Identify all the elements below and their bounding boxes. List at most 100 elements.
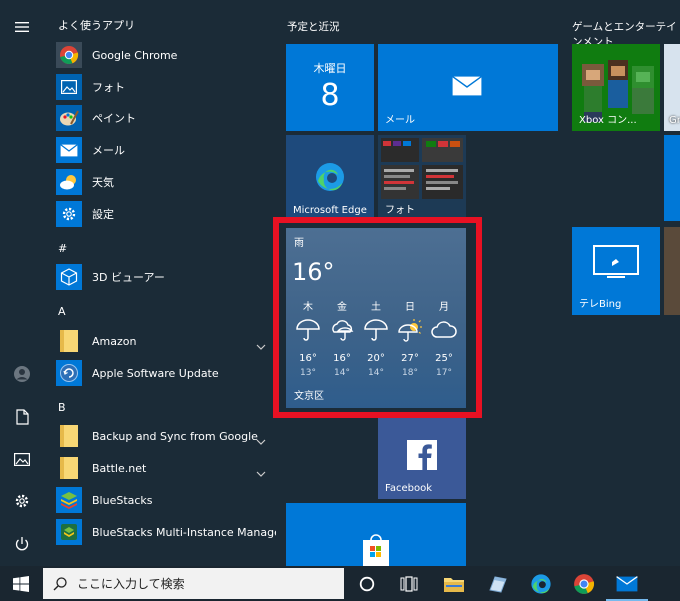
app-label: Google Chrome [92, 48, 178, 62]
section-frequent-apps: よく使うアプリ [58, 19, 135, 32]
app-3d-viewer[interactable]: 3D ビューアー [56, 262, 266, 292]
calendar-weekday: 木曜日 [313, 62, 347, 75]
hamburger-icon[interactable] [11, 16, 33, 38]
app-photos[interactable]: フォト [56, 72, 266, 102]
forecast-day: 土 [371, 302, 381, 313]
app-settings[interactable]: 設定 [56, 199, 266, 229]
settings-icon[interactable] [11, 490, 33, 512]
forecast-low: 17° [436, 368, 452, 378]
edge-icon [314, 161, 346, 197]
folder-icon [56, 423, 82, 449]
3d-viewer-icon [56, 264, 82, 290]
apple-update-icon [56, 360, 82, 386]
app-weather[interactable]: 天気 [56, 167, 266, 197]
tile-weather[interactable]: 雨 16° 木 金 土 日 月 16° 16° 20° 27° 25° 13° … [286, 228, 466, 408]
calendar-date: 8 [320, 78, 340, 113]
letter-header-b[interactable]: B [58, 401, 66, 414]
umbrella-icon [296, 319, 320, 341]
chevron-down-icon[interactable] [256, 462, 266, 481]
letter-header-hash[interactable]: # [58, 242, 67, 255]
app-icon[interactable] [480, 566, 516, 601]
app-paint[interactable]: ペイント [56, 103, 266, 133]
paint-icon [56, 105, 82, 131]
app-label: Backup and Sync from Google [92, 429, 258, 443]
file-explorer-icon[interactable] [436, 566, 472, 601]
document-icon[interactable] [11, 406, 33, 428]
weather-location: 文京区 [294, 391, 324, 402]
app-label: Battle.net [92, 461, 147, 475]
forecast-high: 20° [367, 353, 385, 364]
app-mail[interactable]: メール [56, 135, 266, 165]
cortana-icon[interactable] [349, 566, 385, 601]
chrome-icon[interactable] [566, 566, 602, 601]
chevron-down-icon[interactable] [256, 430, 266, 449]
settings-icon [56, 201, 82, 227]
tile-label: Microsoft Edge [293, 205, 367, 216]
forecast-low: 14° [334, 368, 350, 378]
app-label: フォト [92, 81, 125, 94]
taskbar: ここに入力して検索 [0, 566, 680, 601]
forecast-day: 月 [439, 302, 449, 313]
search-icon [53, 576, 67, 591]
search-placeholder: ここに入力して検索 [77, 577, 185, 591]
tile-partial-blue[interactable] [664, 135, 680, 221]
tile-label: Gr [669, 115, 680, 126]
app-label: BlueStacks Multi-Instance Manager [92, 525, 276, 539]
tile-tv-bing[interactable]: テレBing [572, 227, 660, 315]
app-label: 天気 [92, 176, 114, 189]
user-icon[interactable] [11, 363, 33, 385]
tile-label: Facebook [385, 483, 432, 494]
task-view-icon[interactable] [391, 566, 427, 601]
app-label: Amazon [92, 334, 137, 348]
store-icon [362, 533, 390, 566]
app-battle-net-folder[interactable]: Battle.net [56, 453, 266, 483]
app-apple-software-update[interactable]: Apple Software Update [56, 358, 266, 388]
forecast-high: 16° [333, 353, 351, 364]
tile-partial-photo[interactable] [664, 227, 680, 315]
cloud-rain-icon [332, 320, 354, 341]
tile-label: テレBing [579, 299, 622, 310]
tile-xbox-console[interactable]: Xbox コン... [572, 44, 660, 131]
app-bluestacks[interactable]: BlueStacks [56, 485, 266, 515]
app-bluestacks-multi-instance[interactable]: BlueStacks Multi-Instance Manager [56, 517, 276, 547]
weather-current-temp: 16° [292, 258, 335, 286]
start-rail [0, 0, 44, 566]
forecast-high: 27° [401, 353, 419, 364]
weather-icon [56, 169, 82, 195]
mail-icon[interactable] [609, 566, 645, 601]
facebook-icon [407, 440, 437, 474]
photos-icon [56, 74, 82, 100]
mail-icon [452, 76, 482, 100]
tile-facebook[interactable]: Facebook [378, 418, 466, 499]
app-list: よく使うアプリ Google Chrome フォト ペイント メール 天気 設定 [44, 0, 276, 566]
tile-photos[interactable]: フォト [378, 135, 466, 221]
app-label: 設定 [92, 208, 114, 221]
forecast-low: 14° [368, 368, 384, 378]
pictures-icon[interactable] [11, 448, 33, 470]
tile-label: フォト [385, 205, 415, 216]
start-icon[interactable] [3, 566, 39, 601]
chrome-icon [56, 42, 82, 68]
tv-icon [593, 245, 639, 285]
letter-header-a[interactable]: A [58, 305, 66, 318]
forecast-day: 日 [405, 302, 415, 313]
tile-calendar[interactable]: 木曜日 8 [286, 44, 374, 131]
chevron-down-icon[interactable] [256, 335, 266, 354]
forecast-day: 木 [303, 302, 313, 313]
app-amazon-folder[interactable]: Amazon [56, 326, 266, 356]
search-box[interactable]: ここに入力して検索 [43, 568, 344, 599]
tile-partial-groove[interactable]: Gr [664, 44, 680, 131]
tile-label: メール [385, 115, 415, 126]
tile-microsoft-edge[interactable]: Microsoft Edge [286, 135, 374, 221]
app-google-chrome[interactable]: Google Chrome [56, 40, 266, 70]
power-icon[interactable] [11, 533, 33, 555]
forecast-day: 金 [337, 302, 347, 313]
edge-icon[interactable] [523, 566, 559, 601]
tile-store[interactable] [286, 503, 466, 566]
forecast-high: 16° [299, 353, 317, 364]
group-title-schedule[interactable]: 予定と近況 [287, 19, 340, 34]
tile-mail[interactable]: メール [378, 44, 558, 131]
forecast-low: 18° [402, 368, 418, 378]
app-backup-sync-folder[interactable]: Backup and Sync from Google [56, 421, 266, 451]
app-label: Apple Software Update [92, 366, 219, 380]
